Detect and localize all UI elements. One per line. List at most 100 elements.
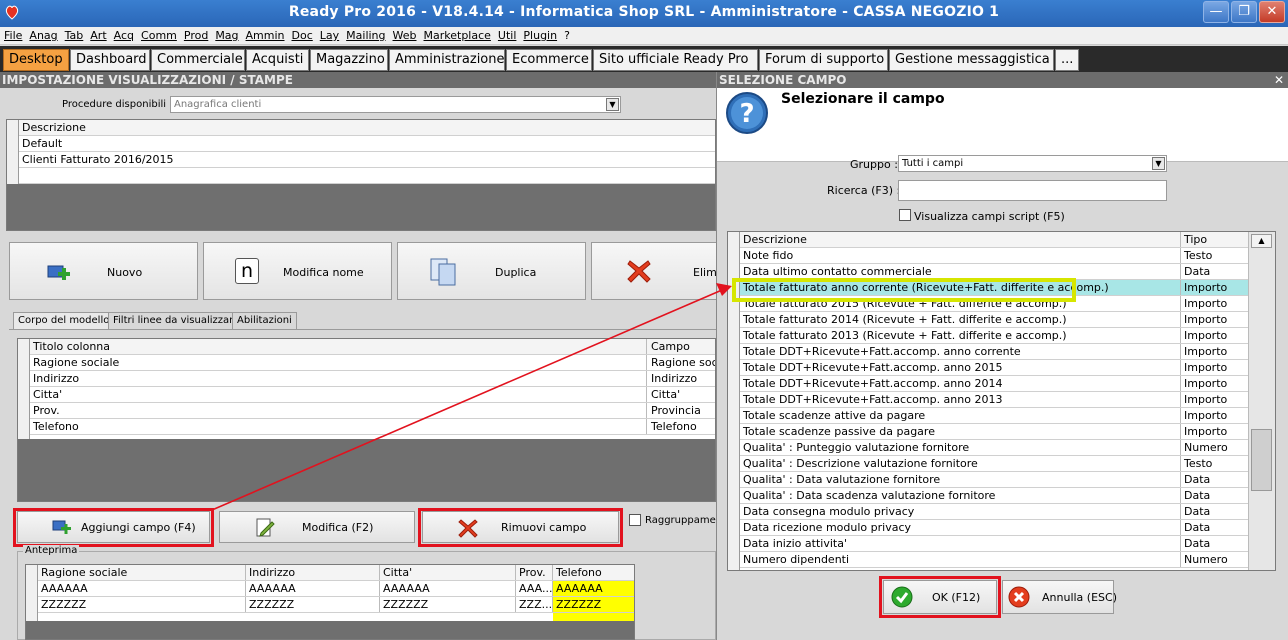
edit-field-button[interactable]: Modifica (F2) <box>219 511 415 543</box>
table-row[interactable]: Totale scadenze passive da pagare Importo <box>740 424 1248 440</box>
table-row[interactable]: Totale fatturato 2014 (Ricevute + Fatt. … <box>740 312 1248 328</box>
menu-prod[interactable]: Prod <box>180 27 211 42</box>
menu-art[interactable]: Art <box>86 27 109 42</box>
preview-cell: ZZZZZZ <box>380 597 516 612</box>
rename-button[interactable]: n Modifica nome <box>203 242 392 300</box>
table-row[interactable]: Telefono Telefono <box>30 419 715 435</box>
cancel-button[interactable]: Annulla (ESC) <box>1002 580 1117 614</box>
table-row[interactable]: Totale fatturato 2013 (Ricevute + Fatt. … <box>740 328 1248 344</box>
preview-cell: AAAAAA <box>553 581 634 596</box>
group-select-value: Tutti i campi <box>902 158 964 169</box>
delete-button[interactable]: Elimi <box>591 242 720 300</box>
tab-amministrazione[interactable]: Amministrazione <box>389 49 505 71</box>
table-row[interactable]: Indirizzo Indirizzo <box>30 371 715 387</box>
menu-web[interactable]: Web <box>389 27 420 42</box>
chevron-down-icon[interactable]: ▼ <box>1152 157 1165 170</box>
table-row[interactable]: Default <box>19 136 715 152</box>
restore-button[interactable]: ❐ <box>1231 1 1257 23</box>
table-row[interactable]: Note fido Testo <box>740 248 1248 264</box>
table-row[interactable]: Totale DDT+Ricevute+Fatt.accomp. anno 20… <box>740 360 1248 376</box>
menu-plugin[interactable]: Plugin <box>519 27 560 42</box>
tab-filtri-linee[interactable]: Filtri linee da visualizzare <box>108 312 245 329</box>
script-fields-checkbox[interactable] <box>899 209 911 221</box>
menu-tab[interactable]: Tab <box>61 27 87 42</box>
menu-acq[interactable]: Acq <box>110 27 137 42</box>
table-row[interactable]: Data ricezione modulo privacy Data <box>740 520 1248 536</box>
cancel-button-label: Annulla (ESC) <box>1042 591 1117 604</box>
tab-more[interactable]: ... <box>1055 49 1079 71</box>
tab-sito-ufficiale[interactable]: Sito ufficiale Ready Pro <box>593 49 758 71</box>
tab-desktop[interactable]: Desktop <box>3 49 69 71</box>
menu-help[interactable]: ? <box>560 27 573 42</box>
field-description: Totale DDT+Ricevute+Fatt.accomp. anno 20… <box>740 376 1181 391</box>
tab-magazzino[interactable]: Magazzino <box>310 49 388 71</box>
tab-dashboard[interactable]: Dashboard <box>70 49 150 71</box>
table-row[interactable]: Clienti Fatturato 2016/2015 <box>19 152 715 168</box>
table-row[interactable]: Totale DDT+Ricevute+Fatt.accomp. anno co… <box>740 344 1248 360</box>
scroll-up-icon[interactable]: ▲ <box>1251 234 1272 248</box>
tab-ecommerce[interactable]: Ecommerce <box>506 49 592 71</box>
menu-comm[interactable]: Comm <box>137 27 180 42</box>
table-row[interactable]: Data inizio attivita' Data <box>740 536 1248 552</box>
tab-corpo-modello[interactable]: Corpo del modello <box>13 312 115 329</box>
group-select[interactable]: Tutti i campi ▼ <box>898 155 1167 172</box>
field-description: Totale scadenze passive da pagare <box>740 424 1181 439</box>
table-row[interactable]: Qualita' : Punteggio valutazione fornito… <box>740 440 1248 456</box>
column-field: Provincia <box>651 404 701 417</box>
tab-gestione-messaggistica[interactable]: Gestione messaggistica <box>889 49 1054 71</box>
tab-forum-supporto[interactable]: Forum di supporto <box>759 49 888 71</box>
field-type: Importo <box>1184 345 1228 358</box>
delete-x-icon <box>627 260 651 283</box>
menu-lay[interactable]: Lay <box>316 27 342 42</box>
menu-ammin[interactable]: Ammin <box>242 27 288 42</box>
table-row[interactable]: Qualita' : Descrizione valutazione forni… <box>740 456 1248 472</box>
menu-marketplace[interactable]: Marketplace <box>420 27 494 42</box>
grid-header: Descrizione <box>19 120 715 136</box>
header-tipo: Tipo <box>1184 233 1208 246</box>
field-description: Qualita' : Punteggio valutazione fornito… <box>740 440 1181 455</box>
table-row[interactable]: Prov. Provincia <box>30 403 715 419</box>
highlight-box <box>13 508 214 547</box>
field-type: Data <box>1184 505 1211 518</box>
table-row[interactable]: Data consegna modulo privacy Data <box>740 504 1248 520</box>
field-description: Totale DDT+Ricevute+Fatt.accomp. anno co… <box>740 344 1181 359</box>
menu-util[interactable]: Util <box>494 27 519 42</box>
dialog-close-icon[interactable]: ✕ <box>1274 72 1284 88</box>
row-gutter <box>18 339 30 439</box>
preview-header: Ragione sociale <box>38 565 246 580</box>
list-scrollbar[interactable]: ▲ <box>1248 232 1275 570</box>
new-model-icon <box>47 265 70 280</box>
menu-file[interactable]: File <box>0 27 25 42</box>
table-row[interactable]: Numero dipendenti Numero <box>740 552 1248 568</box>
menu-anag[interactable]: Anag <box>25 27 60 42</box>
edit-icon <box>256 518 275 537</box>
field-description: Totale DDT+Ricevute+Fatt.accomp. anno 20… <box>740 360 1181 375</box>
table-row[interactable]: Totale DDT+Ricevute+Fatt.accomp. anno 20… <box>740 376 1248 392</box>
table-row[interactable]: Citta' Citta' <box>30 387 715 403</box>
table-row[interactable]: Totale scadenze attive da pagare Importo <box>740 408 1248 424</box>
tab-abilitazioni[interactable]: Abilitazioni <box>232 312 297 329</box>
duplicate-icon <box>430 258 456 286</box>
chevron-down-icon[interactable]: ▼ <box>606 98 619 111</box>
close-window-button[interactable]: ✕ <box>1259 1 1285 23</box>
menu-mailing[interactable]: Mailing <box>342 27 388 42</box>
scroll-thumb[interactable] <box>1251 429 1272 491</box>
group-checkbox[interactable] <box>629 514 641 526</box>
field-type: Data <box>1184 537 1211 550</box>
table-row[interactable]: Ragione sociale Ragione soci <box>30 355 715 371</box>
tab-commerciale[interactable]: Commerciale <box>151 49 245 71</box>
menu-doc[interactable]: Doc <box>288 27 316 42</box>
minimize-button[interactable]: — <box>1203 1 1229 23</box>
field-type: Importo <box>1184 329 1228 342</box>
search-input[interactable] <box>898 180 1167 201</box>
menu-mag[interactable]: Mag <box>211 27 241 42</box>
preview-cell: ZZZ... <box>516 597 553 612</box>
table-row[interactable]: Qualita' : Data valutazione fornitore Dat… <box>740 472 1248 488</box>
field-type: Testo <box>1184 457 1213 470</box>
new-button[interactable]: Nuovo <box>9 242 198 300</box>
procedure-select[interactable]: Anagrafica clienti ▼ <box>170 96 621 113</box>
tab-acquisti[interactable]: Acquisti <box>246 49 309 71</box>
table-row[interactable]: Qualita' : Data scadenza valutazione for… <box>740 488 1248 504</box>
duplicate-button[interactable]: Duplica <box>397 242 586 300</box>
table-row[interactable]: Totale DDT+Ricevute+Fatt.accomp. anno 20… <box>740 392 1248 408</box>
